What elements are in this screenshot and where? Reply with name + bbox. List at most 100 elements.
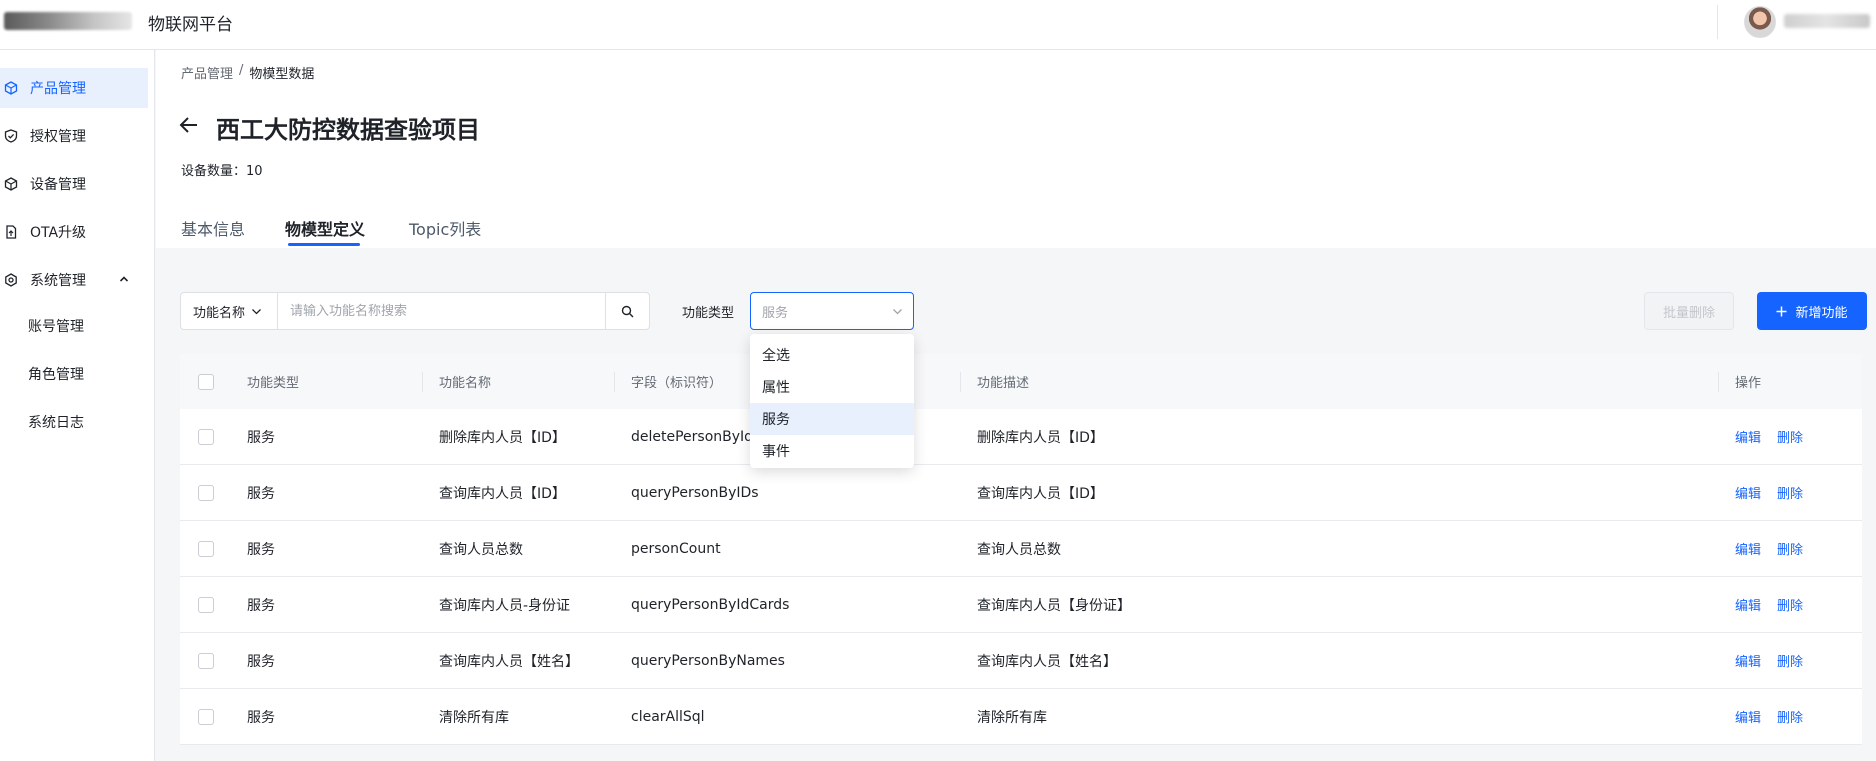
product-icon: [4, 81, 18, 95]
cell-name: 查询库内人员-身份证: [439, 597, 571, 614]
table-row: 服务 清除所有库 clearAllSql 清除所有库 编辑 删除: [180, 689, 1862, 745]
cell-identifier: deletePersonByIds: [631, 428, 761, 445]
sidebar-subitem-label: 账号管理: [28, 319, 84, 335]
row-checkbox[interactable]: [198, 540, 214, 557]
search-input[interactable]: [278, 293, 605, 329]
delete-link[interactable]: 删除: [1777, 427, 1803, 446]
breadcrumb-parent[interactable]: 产品管理: [181, 63, 233, 82]
edit-link[interactable]: 编辑: [1735, 595, 1761, 614]
sidebar-item-ota[interactable]: OTA升级: [0, 212, 148, 252]
function-type-select[interactable]: 服务: [750, 292, 914, 330]
header-ops: 操作: [1735, 376, 1762, 391]
app-title: 物联网平台: [148, 15, 233, 35]
table-row: 服务 查询库内人员【姓名】 queryPersonByNames 查询库内人员【…: [180, 633, 1862, 689]
gear-icon: [4, 273, 18, 287]
sidebar-item-device[interactable]: 设备管理: [0, 164, 148, 204]
user-name[interactable]: [1784, 14, 1870, 28]
sidebar-item-label: 授权管理: [30, 129, 86, 145]
column-divider[interactable]: [422, 372, 423, 392]
function-type-placeholder: 服务: [762, 305, 789, 321]
cell-desc: 查询库内人员【ID】: [977, 485, 1104, 502]
dropdown-option-all[interactable]: 全选: [750, 339, 914, 371]
cell-identifier: queryPersonByNames: [631, 652, 785, 669]
delete-link[interactable]: 删除: [1777, 483, 1803, 502]
cell-type: 服务: [247, 653, 275, 670]
batch-delete-button[interactable]: 批量删除: [1644, 292, 1734, 330]
tab-basic-info[interactable]: 基本信息: [181, 216, 245, 240]
sidebar-subitem-label: 系统日志: [28, 415, 84, 431]
table-header: 功能类型 功能名称 字段（标识符） 功能描述 操作: [180, 354, 1862, 409]
dropdown-option-service[interactable]: 服务: [750, 403, 914, 435]
search-button[interactable]: [605, 293, 649, 329]
edit-link[interactable]: 编辑: [1735, 651, 1761, 670]
company-logo[interactable]: [4, 12, 132, 30]
cube-icon: [4, 177, 18, 191]
table-row: 服务 查询库内人员-身份证 queryPersonByIdCards 查询库内人…: [180, 577, 1862, 633]
sidebar-subitem-accounts[interactable]: 账号管理: [0, 306, 148, 346]
column-divider[interactable]: [614, 372, 615, 392]
edit-link[interactable]: 编辑: [1735, 483, 1761, 502]
select-all-checkbox[interactable]: [198, 373, 214, 390]
active-tab-indicator: [288, 243, 360, 246]
column-divider[interactable]: [960, 372, 961, 392]
cell-identifier: queryPersonByIDs: [631, 484, 759, 501]
row-checkbox[interactable]: [198, 708, 214, 725]
row-select-cell: [198, 465, 214, 520]
cell-type: 服务: [247, 429, 275, 446]
cell-type: 服务: [247, 541, 275, 558]
sidebar-item-label: 系统管理: [30, 273, 86, 289]
filter-type-label: 功能类型: [682, 306, 735, 321]
header-divider: [1717, 5, 1718, 39]
tab-thing-model[interactable]: 物模型定义: [285, 216, 365, 240]
add-function-label: 新增功能: [1795, 305, 1848, 321]
row-actions: 编辑 删除: [1735, 689, 1803, 744]
user-avatar[interactable]: [1744, 6, 1776, 38]
row-checkbox[interactable]: [198, 484, 214, 501]
delete-link[interactable]: 删除: [1777, 595, 1803, 614]
chevron-down-icon: [893, 309, 902, 315]
cell-desc: 清除所有库: [977, 709, 1047, 726]
search-group: 功能名称: [180, 292, 650, 330]
sidebar-subitem-roles[interactable]: 角色管理: [0, 354, 148, 394]
row-select-cell: [198, 409, 214, 464]
row-checkbox[interactable]: [198, 652, 214, 669]
cell-identifier: clearAllSql: [631, 708, 705, 725]
edit-link[interactable]: 编辑: [1735, 427, 1761, 446]
page-title: 西工大防控数据查验项目: [216, 116, 480, 144]
search-field-label: 功能名称: [193, 305, 246, 321]
sidebar-item-system[interactable]: 系统管理: [0, 260, 148, 300]
sidebar-item-product[interactable]: 产品管理: [0, 68, 148, 108]
sidebar-item-authorization[interactable]: 授权管理: [0, 116, 148, 156]
cell-name: 删除库内人员【ID】: [439, 429, 566, 446]
tab-topic-list[interactable]: Topic列表: [409, 216, 481, 240]
header-name: 功能名称: [439, 376, 492, 391]
chevron-down-icon: [252, 308, 261, 314]
add-function-button[interactable]: 新增功能: [1757, 292, 1867, 330]
edit-link[interactable]: 编辑: [1735, 707, 1761, 726]
row-checkbox[interactable]: [198, 428, 214, 445]
header-desc: 功能描述: [977, 376, 1030, 391]
breadcrumb: 产品管理 / 物模型数据: [181, 63, 314, 82]
cell-name: 查询人员总数: [439, 541, 523, 558]
plus-icon: [1776, 306, 1787, 316]
row-actions: 编辑 删除: [1735, 577, 1803, 632]
search-field-select[interactable]: 功能名称: [181, 293, 278, 329]
dropdown-option-event[interactable]: 事件: [750, 435, 914, 467]
row-select-cell: [198, 521, 214, 576]
sidebar-item-label: OTA升级: [30, 225, 87, 241]
back-arrow-icon[interactable]: [178, 114, 200, 136]
shield-check-icon: [4, 129, 18, 143]
cell-desc: 查询库内人员【身份证】: [977, 597, 1131, 614]
sidebar-subitem-label: 角色管理: [28, 367, 84, 383]
column-divider[interactable]: [1718, 372, 1719, 392]
sidebar-subitem-logs[interactable]: 系统日志: [0, 402, 148, 442]
chevron-up-icon[interactable]: [118, 273, 130, 285]
delete-link[interactable]: 删除: [1777, 707, 1803, 726]
delete-link[interactable]: 删除: [1777, 651, 1803, 670]
cell-desc: 查询人员总数: [977, 541, 1061, 558]
row-checkbox[interactable]: [198, 596, 214, 613]
dropdown-option-property[interactable]: 属性: [750, 371, 914, 403]
row-actions: 编辑 删除: [1735, 521, 1803, 576]
edit-link[interactable]: 编辑: [1735, 539, 1761, 558]
delete-link[interactable]: 删除: [1777, 539, 1803, 558]
